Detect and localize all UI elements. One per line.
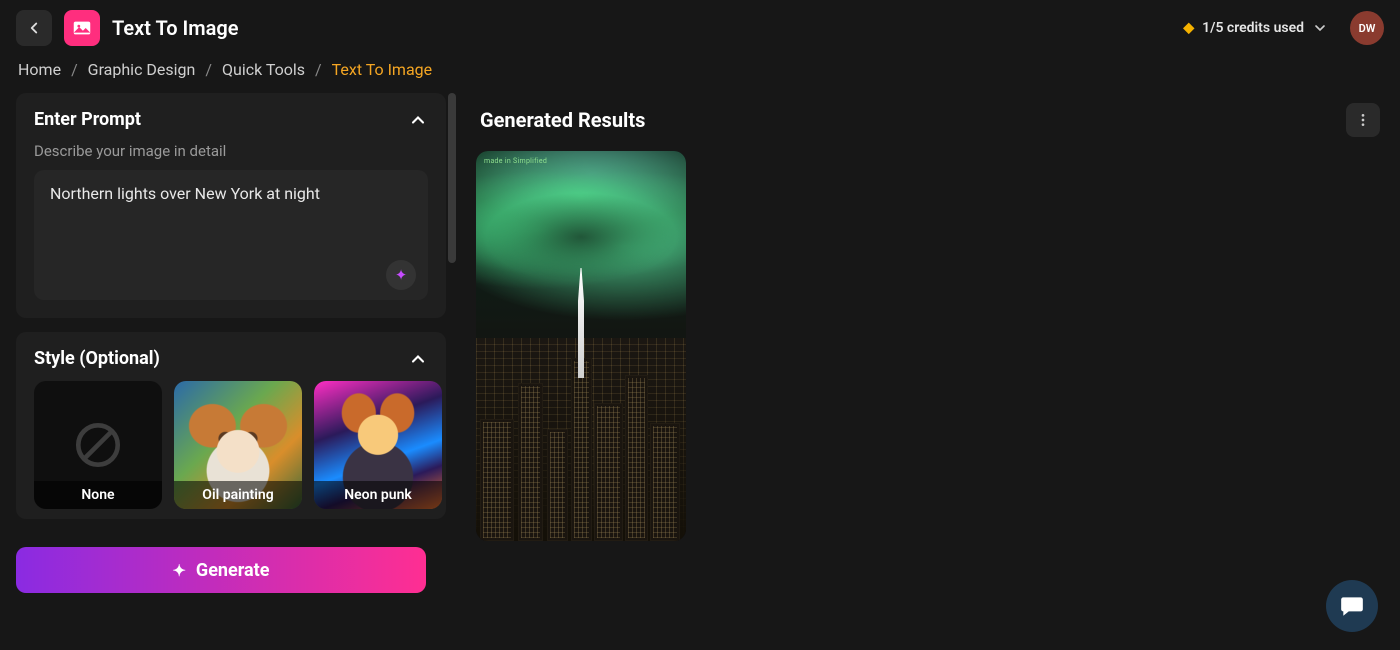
breadcrumb-separator: / <box>315 60 322 79</box>
style-panel: Style (Optional) None Oil painting Neon … <box>16 332 446 519</box>
breadcrumb-home[interactable]: Home <box>18 60 61 79</box>
back-button[interactable] <box>16 10 52 46</box>
generate-button[interactable]: ✦ Generate <box>16 547 426 593</box>
chat-button[interactable] <box>1326 580 1378 632</box>
chevron-down-icon <box>1312 20 1328 36</box>
breadcrumb-graphic-design[interactable]: Graphic Design <box>88 60 196 79</box>
page-title: Text To Image <box>112 16 239 40</box>
sparkle-icon: ✦ <box>395 266 408 284</box>
generate-label: Generate <box>196 560 270 581</box>
diamond-icon: ◆ <box>1183 20 1194 36</box>
style-option-neon-punk[interactable]: Neon punk <box>314 381 442 509</box>
arrow-left-icon <box>25 19 43 37</box>
breadcrumb-quick-tools[interactable]: Quick Tools <box>222 60 305 79</box>
breadcrumb-separator: / <box>71 60 78 79</box>
style-label: Neon punk <box>314 481 442 509</box>
breadcrumb-separator: / <box>205 60 212 79</box>
kebab-icon <box>1355 112 1371 128</box>
results-more-button[interactable] <box>1346 103 1380 137</box>
sparkle-icon: ✦ <box>173 561 186 580</box>
generated-image[interactable]: made in Simplified <box>476 151 686 541</box>
credits-label: 1/5 credits used <box>1202 20 1304 36</box>
prompt-subtext: Describe your image in detail <box>34 142 428 160</box>
breadcrumb: Home / Graphic Design / Quick Tools / Te… <box>0 56 1400 93</box>
prompt-input[interactable] <box>50 184 412 274</box>
style-heading: Style (Optional) <box>34 348 160 369</box>
chat-icon <box>1339 593 1365 619</box>
chevron-up-icon[interactable] <box>408 110 428 130</box>
chevron-up-icon[interactable] <box>408 349 428 369</box>
prompt-box: ✦ <box>34 170 428 300</box>
style-option-oil-painting[interactable]: Oil painting <box>174 381 302 509</box>
style-label: None <box>34 481 162 509</box>
style-label: Oil painting <box>174 481 302 509</box>
avatar[interactable]: DW <box>1350 11 1384 45</box>
image-icon <box>71 17 93 39</box>
credits-dropdown[interactable]: ◆ 1/5 credits used <box>1183 20 1328 36</box>
scrollbar[interactable] <box>448 93 456 263</box>
ai-enhance-button[interactable]: ✦ <box>386 260 416 290</box>
style-option-none[interactable]: None <box>34 381 162 509</box>
image-watermark: made in Simplified <box>484 157 547 165</box>
prompt-heading: Enter Prompt <box>34 109 141 130</box>
results-heading: Generated Results <box>480 108 645 132</box>
prompt-panel: Enter Prompt Describe your image in deta… <box>16 93 446 318</box>
breadcrumb-current: Text To Image <box>332 60 433 79</box>
app-logo <box>64 10 100 46</box>
